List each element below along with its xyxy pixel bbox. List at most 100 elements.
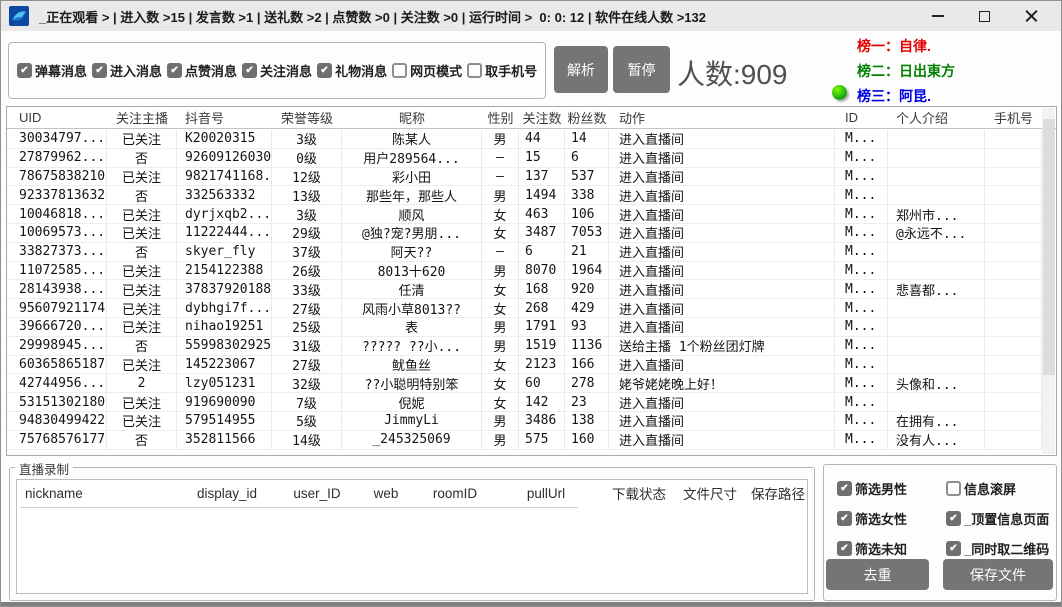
- cell-honor-level: 33级: [272, 280, 342, 298]
- column-header-douyin-id[interactable]: 抖音号: [177, 107, 272, 128]
- table-row[interactable]: 60365865187已关注14522306727级鱿鱼丝女2123166进入直…: [7, 356, 1042, 375]
- cell-id: M...: [835, 318, 888, 336]
- checkbox-danmu[interactable]: 弹幕消息: [17, 61, 87, 80]
- table-row[interactable]: 11072585...已关注215412238826级8013十620男8070…: [7, 262, 1042, 281]
- cell-id: M...: [835, 299, 888, 317]
- cell-following-count: 15: [519, 149, 565, 167]
- save-file-button[interactable]: 保存文件: [943, 559, 1053, 590]
- parse-button[interactable]: 解析: [554, 46, 608, 93]
- cell-bio: 悲喜都...: [888, 280, 985, 298]
- cell-action: 姥爷姥姥晚上好！: [609, 374, 835, 392]
- close-button[interactable]: [1008, 1, 1055, 31]
- maximize-button[interactable]: [961, 1, 1008, 31]
- cell-douyin-id: 332563332: [177, 186, 272, 204]
- checkbox-phone[interactable]: 取手机号: [467, 61, 537, 80]
- checkbox-webmode[interactable]: 网页模式: [392, 61, 462, 80]
- app-window: _正在观看 > | 进入数 >15 | 发言数 >1 | 送礼数 >2 | 点赞…: [0, 0, 1062, 607]
- checkbox-label: 点赞消息: [185, 61, 237, 80]
- checkbox-filter-male[interactable]: 筛选男性: [837, 479, 946, 498]
- column-header-fans-count[interactable]: 粉丝数: [565, 107, 609, 128]
- checked-checkbox-icon: [837, 541, 852, 556]
- cell-uid: 33827373...: [7, 243, 107, 261]
- rec-column-download-state[interactable]: 下载状态: [597, 483, 681, 503]
- checkbox-also-qrcode[interactable]: _同时取二维码: [946, 539, 1049, 558]
- checkbox-label: 信息滚屏: [964, 479, 1016, 498]
- cell-nickname: JimmyLi: [342, 412, 482, 430]
- cell-gender: –: [482, 149, 519, 167]
- vertical-scrollbar[interactable]: [1042, 108, 1055, 454]
- table-row[interactable]: 95607921174已关注dybhgi7f...27级风雨小草8013??女2…: [7, 299, 1042, 318]
- table-row[interactable]: 10069573...已关注11222444...29级@独?宠?男朋...女3…: [7, 224, 1042, 243]
- rec-column-web[interactable]: web: [357, 486, 415, 501]
- scrollbar-thumb[interactable]: [1043, 119, 1055, 375]
- cell-uid: 60365865187: [7, 356, 107, 374]
- cell-nickname: _245325069: [342, 431, 482, 449]
- rec-column-user-id[interactable]: user_ID: [277, 486, 357, 501]
- pause-button[interactable]: 暂停: [613, 46, 670, 93]
- checkbox-enter[interactable]: 进入消息: [92, 61, 162, 80]
- cell-uid: 29998945...: [7, 337, 107, 355]
- table-row[interactable]: 27879962...否926091260300级用户289564...–156…: [7, 149, 1042, 168]
- rec-column-nickname[interactable]: nickname: [17, 486, 177, 501]
- cell-action: 进入直播间: [609, 186, 835, 204]
- cell-nickname: 顺风: [342, 205, 482, 223]
- column-header-gender[interactable]: 性别: [482, 107, 519, 128]
- table-row[interactable]: 29998945...否5599830292531级????? ??小...男1…: [7, 337, 1042, 356]
- checkbox-label: 礼物消息: [335, 61, 387, 80]
- cell-douyin-id: 145223067: [177, 356, 272, 374]
- column-header-following-count[interactable]: 关注数: [519, 107, 565, 128]
- column-header-phone[interactable]: 手机号: [985, 107, 1042, 128]
- column-header-follow-status[interactable]: 关注主播: [107, 107, 177, 128]
- checkbox-pin-info-page[interactable]: _顶置信息页面: [946, 509, 1049, 528]
- recording-header-underline: [20, 507, 578, 508]
- column-header-id[interactable]: ID: [835, 107, 888, 128]
- column-header-uid[interactable]: UID: [7, 107, 107, 128]
- cell-douyin-id: 9821741168.: [177, 168, 272, 186]
- cell-honor-level: 3级: [272, 130, 342, 148]
- table-row[interactable]: 28143938...已关注3783792018833级任清女168920进入直…: [7, 280, 1042, 299]
- cell-honor-level: 14级: [272, 431, 342, 449]
- table-row[interactable]: 39666720...已关注nihao1925125级表男179193进入直播间…: [7, 318, 1042, 337]
- column-header-bio[interactable]: 个人介绍: [888, 107, 985, 128]
- table-row[interactable]: 30034797...已关注K200203153级陈某人男4414进入直播间M.…: [7, 130, 1042, 149]
- table-row[interactable]: 53151302180已关注9196900907级倪妮女14223进入直播间M.…: [7, 393, 1042, 412]
- checkbox-gift[interactable]: 礼物消息: [317, 61, 387, 80]
- rec-column-file-size[interactable]: 文件尺寸: [681, 483, 739, 503]
- cell-follow-status: 已关注: [107, 205, 177, 223]
- rec-column-save-path[interactable]: 保存路径: [739, 483, 817, 503]
- column-header-honor-level[interactable]: 荣誉等级: [272, 107, 342, 128]
- table-row[interactable]: 42744956...2lzy05123132级??小聪明特别笨女60278姥爷…: [7, 374, 1042, 393]
- table-row[interactable]: 33827373...否skyer_fly37级阿天??–621进入直播间M..…: [7, 243, 1042, 262]
- checkbox-filter-unknown[interactable]: 筛选未知: [837, 539, 946, 558]
- user-table-header: UID 关注主播 抖音号 荣誉等级 昵称 性别 关注数 粉丝数 动作 ID 个人…: [7, 107, 1056, 129]
- cell-honor-level: 7级: [272, 393, 342, 411]
- rec-column-room-id[interactable]: roomID: [415, 486, 495, 501]
- dedupe-button[interactable]: 去重: [826, 559, 929, 590]
- checkbox-follow[interactable]: 关注消息: [242, 61, 312, 80]
- table-row[interactable]: 10046818...已关注dyrjxqb2...3级顺风女463106进入直播…: [7, 205, 1042, 224]
- rec-column-display-id[interactable]: display_id: [177, 486, 277, 501]
- checkbox-info-scroll[interactable]: 信息滚屏: [946, 479, 1049, 498]
- cell-fans-count: 537: [565, 168, 609, 186]
- checkbox-filter-female[interactable]: 筛选女性: [837, 509, 946, 528]
- table-row[interactable]: 75768576177否35281156614级_245325069男57516…: [7, 431, 1042, 450]
- table-row[interactable]: 92337813632否33256333213级那些年，那些人男1494338进…: [7, 186, 1042, 205]
- window-bottom-edge: [1, 602, 1061, 606]
- cell-uid: 94830499422: [7, 412, 107, 430]
- options-checkbox-grid: 筛选男性 信息滚屏筛选女性_顶置信息页面筛选未知_同时取二维码: [837, 479, 1049, 558]
- column-header-nickname[interactable]: 昵称: [342, 107, 482, 128]
- cell-nickname: 彩小田: [342, 168, 482, 186]
- column-header-action[interactable]: 动作: [609, 107, 835, 128]
- table-row[interactable]: 94830499422已关注5795149555级JimmyLi男3486138…: [7, 412, 1042, 431]
- cell-following-count: 3487: [519, 224, 565, 242]
- checkbox-like[interactable]: 点赞消息: [167, 61, 237, 80]
- cell-phone: [985, 318, 1042, 336]
- cell-gender: 男: [482, 431, 519, 449]
- minimize-button[interactable]: [914, 1, 961, 31]
- cell-follow-status: 已关注: [107, 356, 177, 374]
- cell-bio: 没有人...: [888, 431, 985, 449]
- rec-column-pull-url[interactable]: pullUrl: [495, 486, 597, 501]
- cell-follow-status: 已关注: [107, 262, 177, 280]
- table-row[interactable]: 78675838210已关注9821741168.12级彩小田–137537进入…: [7, 168, 1042, 187]
- checkbox-label: 筛选男性: [855, 479, 907, 498]
